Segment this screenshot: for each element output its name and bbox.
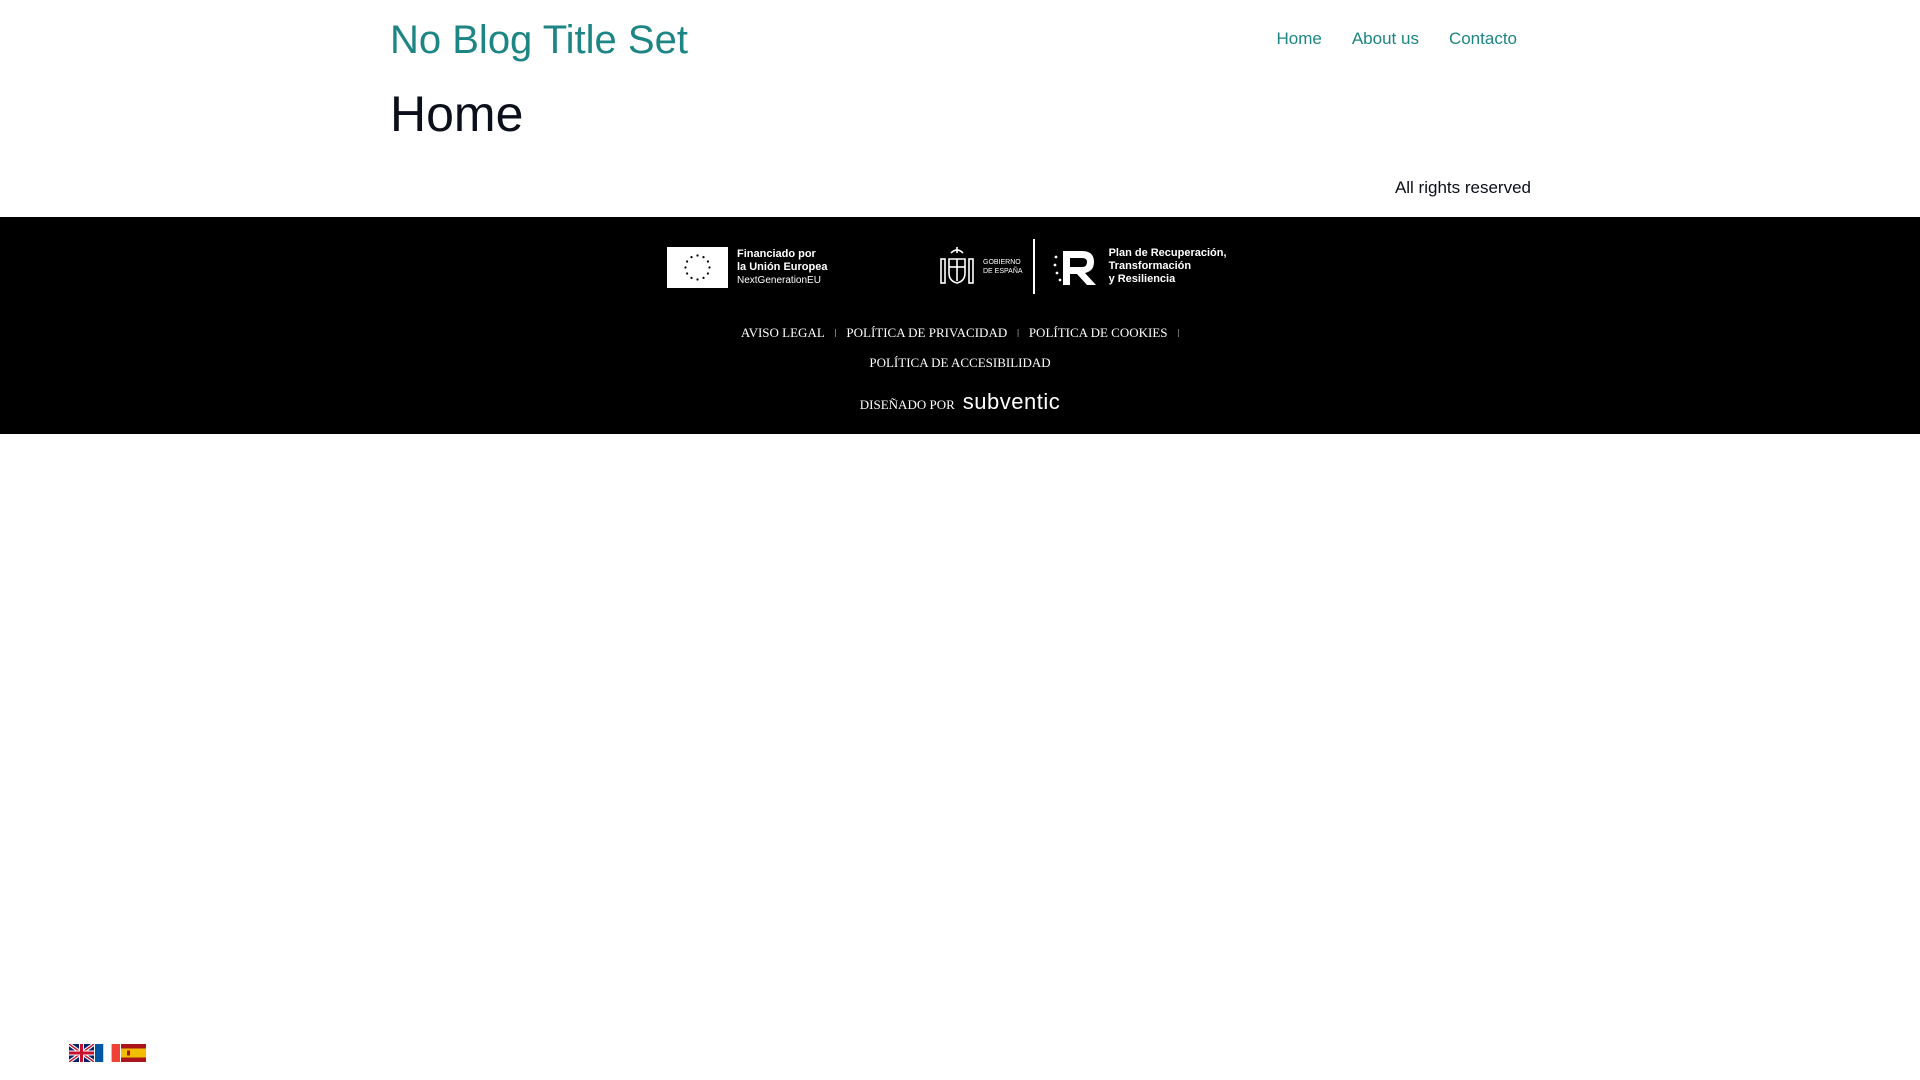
legal-links: AVISO LEGAL | POLÍTICA DE PRIVACIDAD | P…	[0, 318, 1920, 378]
link-separator: |	[1017, 328, 1019, 337]
nav-link-contacto[interactable]: Contacto	[1449, 28, 1517, 50]
designed-by-label: DISEÑADO POR	[859, 397, 955, 412]
gov-logo-line2: DE ESPAÑA	[983, 267, 1023, 275]
gov-logo-line1: GOBIERNO	[983, 258, 1021, 266]
link-separator: |	[834, 328, 837, 337]
eu-flag-icon	[667, 247, 728, 288]
legal-links-row-1: AVISO LEGAL | POLÍTICA DE PRIVACIDAD | P…	[0, 318, 1920, 348]
eu-funding-logo: Financiado por la Unión Europea NextGene…	[667, 247, 827, 288]
eu-logo-line1: Financiado por	[737, 248, 816, 260]
rights-text: All rights reserved	[1394, 178, 1531, 197]
flag-france-icon[interactable]	[95, 1044, 120, 1062]
site-header: No Blog Title Set Home About us Contacto	[390, 0, 1532, 80]
accesibilidad-link[interactable]: POLÍTICA DE ACCESIBILIDAD	[869, 348, 1050, 378]
link-separator: |	[1177, 328, 1180, 337]
designed-by: DISEÑADO POR subventic	[0, 389, 1920, 415]
nav-link-about-us[interactable]: About us	[1352, 28, 1419, 50]
flag-spain-icon[interactable]	[121, 1044, 146, 1062]
gov-logo-text: GOBIERNO DE ESPAÑA	[983, 258, 1023, 276]
subventic-logo-link[interactable]: subventic	[963, 389, 1060, 415]
cookies-link[interactable]: POLÍTICA DE COOKIES	[1029, 318, 1168, 348]
eu-logo-line3: NextGenerationEU	[737, 275, 821, 286]
flag-uk-icon[interactable]	[69, 1044, 94, 1062]
site-title-link[interactable]: No Blog Title Set	[390, 16, 688, 64]
nav-link-home[interactable]: Home	[1276, 28, 1321, 50]
site-footer: Financiado por la Unión Europea NextGene…	[0, 217, 1920, 434]
gov-prtr-logo: GOBIERNO DE ESPAÑA Plan de Recuperación,…	[937, 239, 1227, 294]
eu-logo-text: Financiado por la Unión Europea NextGene…	[737, 248, 827, 287]
prtr-logo-text: Plan de Recuperación, Transformación y R…	[1109, 247, 1227, 286]
legal-links-row-2: POLÍTICA DE ACCESIBILIDAD	[0, 348, 1920, 378]
page: No Blog Title Set Home About us Contacto…	[0, 0, 1920, 1080]
prtr-logo-icon	[1053, 250, 1096, 285]
aviso-legal-link[interactable]: AVISO LEGAL	[741, 318, 825, 348]
prtr-logo-line1: Plan de Recuperación,	[1108, 247, 1227, 259]
prtr-logo-line2: Transformación	[1108, 260, 1192, 272]
eu-logo-line2: la Unión Europea	[737, 261, 828, 273]
main-nav: Home About us Contacto	[1276, 28, 1517, 50]
prtr-logo-line3: y Resiliencia	[1108, 273, 1176, 285]
page-title: Home	[390, 86, 524, 142]
privacidad-link[interactable]: POLÍTICA DE PRIVACIDAD	[846, 318, 1007, 348]
coat-of-arms-icon	[940, 246, 974, 284]
logo-divider	[1032, 239, 1035, 294]
language-switcher	[69, 1044, 146, 1062]
